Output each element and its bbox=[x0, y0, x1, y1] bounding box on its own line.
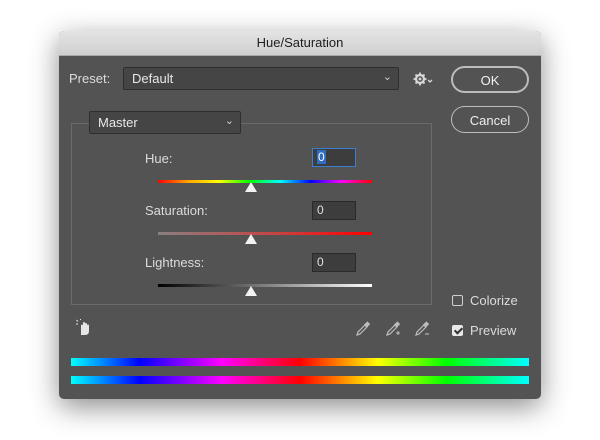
eyedropper-icon[interactable] bbox=[355, 321, 371, 339]
colorize-checkbox[interactable] bbox=[452, 295, 463, 306]
colorize-label: Colorize bbox=[470, 293, 518, 308]
channel-dropdown[interactable]: Master ⌄ bbox=[89, 111, 241, 134]
lightness-value: 0 bbox=[317, 255, 324, 269]
ok-button[interactable]: OK bbox=[451, 66, 529, 93]
spectrum-bar-bottom bbox=[71, 376, 529, 384]
chevron-down-icon: ⌄ bbox=[382, 71, 392, 83]
hand-adjust-icon[interactable] bbox=[75, 319, 93, 339]
eyedropper-minus-icon bbox=[415, 321, 430, 336]
spectrum-bar-top bbox=[71, 358, 529, 366]
hue-slider-thumb[interactable] bbox=[245, 182, 257, 192]
saturation-label: Saturation: bbox=[145, 203, 208, 218]
hand-adjust-icon bbox=[76, 319, 89, 335]
saturation-input[interactable]: 0 bbox=[312, 201, 356, 220]
hue-input[interactable]: 0 bbox=[312, 148, 356, 167]
preview-label: Preview bbox=[470, 323, 517, 338]
chevron-down-icon: ⌄ bbox=[224, 115, 234, 127]
saturation-value: 0 bbox=[317, 203, 324, 217]
lightness-slider-track[interactable] bbox=[158, 284, 372, 287]
preset-value: Default bbox=[132, 71, 174, 86]
gear-icon[interactable] bbox=[413, 71, 433, 90]
hue-label: Hue: bbox=[145, 151, 173, 166]
hue-slider-track[interactable] bbox=[158, 180, 372, 183]
hue-value: 0 bbox=[317, 150, 326, 164]
eyedropper-minus-icon[interactable] bbox=[414, 321, 430, 339]
eyedropper-icon bbox=[356, 321, 371, 336]
gear-icon bbox=[413, 72, 433, 86]
hue-saturation-dialog: Hue/Saturation Preset: Default ⌄ OK Canc… bbox=[59, 31, 541, 399]
cancel-button[interactable]: Cancel bbox=[451, 106, 529, 133]
channel-value: Master bbox=[98, 115, 138, 130]
preview-checkbox[interactable] bbox=[452, 325, 463, 336]
lightness-input[interactable]: 0 bbox=[312, 253, 356, 272]
preset-dropdown[interactable]: Default ⌄ bbox=[123, 67, 399, 90]
eyedropper-plus-icon bbox=[386, 321, 401, 336]
saturation-slider-track[interactable] bbox=[158, 232, 372, 235]
preset-label: Preset: bbox=[69, 71, 111, 86]
saturation-slider-thumb[interactable] bbox=[245, 234, 257, 244]
dialog-title: Hue/Saturation bbox=[59, 31, 541, 56]
lightness-slider-thumb[interactable] bbox=[245, 286, 257, 296]
adjustment-panel: Master ⌄ Hue: 0 Saturation: 0 Lightness:… bbox=[71, 111, 432, 305]
lightness-label: Lightness: bbox=[145, 255, 205, 270]
eyedropper-plus-icon[interactable] bbox=[385, 321, 401, 339]
